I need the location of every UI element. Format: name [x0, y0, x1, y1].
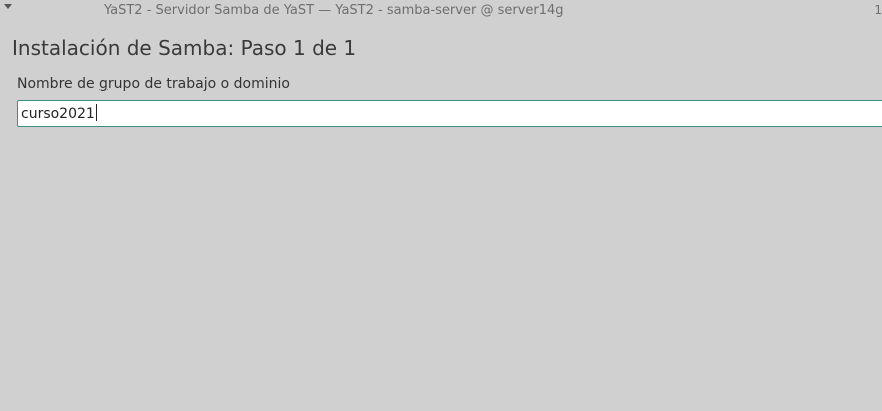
workgroup-label-mnemonic: g [99, 76, 108, 92]
text-caret [95, 104, 97, 121]
workgroup-label-pre: Nombre de [17, 76, 100, 92]
workgroup-input[interactable]: curso2021 [17, 100, 882, 127]
workgroup-label-post: rupo de trabajo o dominio [107, 76, 290, 92]
title-bar: YaST2 - Servidor Samba de YaST — YaST2 -… [0, 0, 882, 22]
yast-window: YaST2 - Servidor Samba de YaST — YaST2 -… [0, 0, 882, 411]
window-menu-icon[interactable] [4, 4, 12, 9]
window-title: YaST2 - Servidor Samba de YaST — YaST2 -… [104, 3, 564, 18]
window-corner-label: 1 [874, 3, 882, 17]
workgroup-label: Nombre de grupo de trabajo o dominio [17, 76, 290, 92]
page-title: Instalación de Samba: Paso 1 de 1 [12, 36, 357, 60]
workgroup-input-value: curso2021 [21, 106, 95, 122]
